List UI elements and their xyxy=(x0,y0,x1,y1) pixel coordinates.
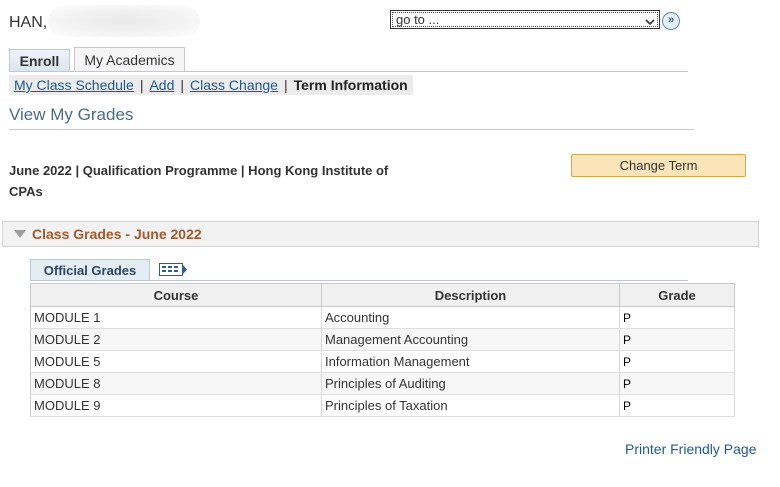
link-my-class-schedule[interactable]: My Class Schedule xyxy=(14,77,134,93)
link-class-change[interactable]: Class Change xyxy=(190,77,278,93)
grades-table: Course Description Grade MODULE 1 Accoun… xyxy=(30,283,735,417)
collapse-triangle-icon[interactable] xyxy=(14,230,26,238)
table-row: MODULE 5 Information Management P xyxy=(30,350,735,373)
goto-dropdown[interactable]: go to ... xyxy=(390,10,660,29)
course-cell: MODULE 2 xyxy=(30,328,322,351)
user-name: HAN, xyxy=(9,14,48,31)
goto-dropdown-value: go to ... xyxy=(396,12,440,27)
table-row: MODULE 8 Principles of Auditing P xyxy=(30,372,735,395)
link-add[interactable]: Add xyxy=(149,77,174,93)
title-divider xyxy=(9,129,694,130)
chevron-down-icon xyxy=(645,14,655,29)
grade-cell: P xyxy=(619,394,735,417)
class-grades-title: Class Grades - June 2022 xyxy=(32,226,202,242)
table-header-row: Course Description Grade xyxy=(30,283,735,307)
tab-divider xyxy=(9,71,688,72)
description-cell: Principles of Auditing xyxy=(321,372,620,395)
subnav-separator: | xyxy=(283,77,288,93)
double-chevron-right-icon[interactable]: » xyxy=(662,12,680,30)
grade-cell: P xyxy=(619,350,735,373)
description-cell: Management Accounting xyxy=(321,328,620,351)
class-grades-section-header[interactable]: Class Grades - June 2022 xyxy=(2,221,759,247)
subnav-separator: | xyxy=(180,77,185,93)
column-header-course[interactable]: Course xyxy=(30,283,322,307)
official-grades-divider xyxy=(30,280,688,281)
grade-cell: P xyxy=(619,372,735,395)
grid-view-icon[interactable] xyxy=(159,263,188,276)
subnav-separator: | xyxy=(139,77,144,93)
course-cell: MODULE 8 xyxy=(30,372,322,395)
redacted-name xyxy=(48,5,200,37)
table-row: MODULE 1 Accounting P xyxy=(30,306,735,329)
subnav-bar: My Class Schedule | Add | Class Change | Term … xyxy=(9,75,413,95)
tab-my-academics[interactable]: My Academics xyxy=(74,47,185,71)
table-row: MODULE 9 Principles of Taxation P xyxy=(30,394,735,417)
description-cell: Information Management xyxy=(321,350,620,373)
course-cell: MODULE 9 xyxy=(30,394,322,417)
printer-friendly-link[interactable]: Printer Friendly Page xyxy=(625,441,757,457)
description-cell: Principles of Taxation xyxy=(321,394,620,417)
grade-cell: P xyxy=(619,306,735,329)
column-header-grade[interactable]: Grade xyxy=(619,283,735,307)
column-header-description[interactable]: Description xyxy=(321,283,620,307)
grade-cell: P xyxy=(619,328,735,351)
tab-official-grades[interactable]: Official Grades xyxy=(30,259,150,280)
subnav-current-term-information: Term Information xyxy=(293,77,408,93)
term-info: June 2022 | Qualification Programme | Ho… xyxy=(9,163,389,199)
page-title: View My Grades xyxy=(9,105,134,124)
tab-enroll[interactable]: Enroll xyxy=(9,49,70,71)
table-row: MODULE 2 Management Accounting P xyxy=(30,328,735,351)
course-cell: MODULE 5 xyxy=(30,350,322,373)
change-term-button[interactable]: Change Term xyxy=(571,154,746,177)
description-cell: Accounting xyxy=(321,306,620,329)
course-cell: MODULE 1 xyxy=(30,306,322,329)
